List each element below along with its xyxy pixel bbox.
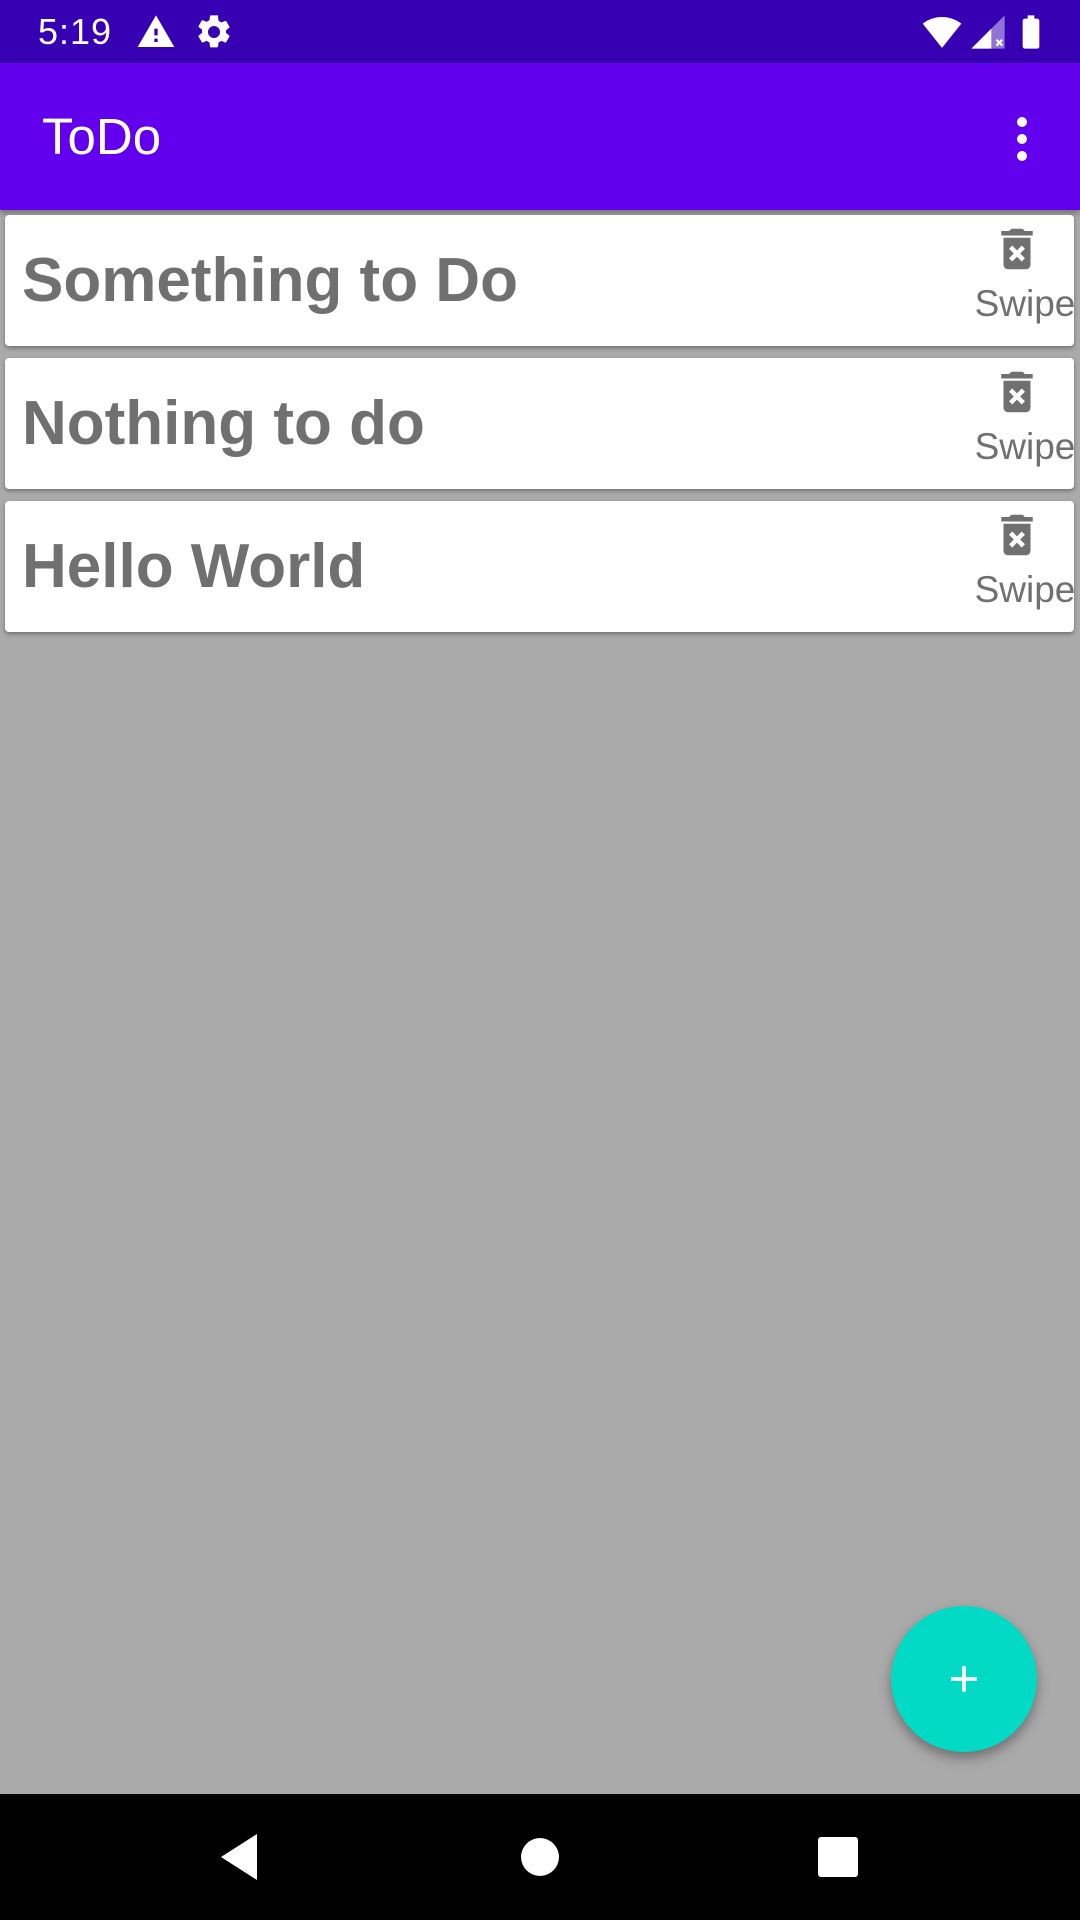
back-icon — [221, 1834, 257, 1880]
app-bar: ToDo — [0, 63, 1080, 210]
todo-item[interactable]: Hello World Swipe — [5, 501, 1075, 632]
todo-title: Nothing to do — [22, 389, 425, 458]
recents-button[interactable] — [798, 1817, 878, 1897]
home-button[interactable] — [500, 1817, 580, 1897]
todo-title: Hello World — [22, 532, 366, 601]
swipe-hint: Swipe — [974, 283, 1076, 324]
recents-icon — [818, 1837, 858, 1877]
alert-icon — [136, 12, 176, 52]
battery-icon — [1011, 12, 1051, 52]
cell-signal-icon — [968, 12, 1008, 52]
back-button[interactable] — [199, 1817, 279, 1897]
home-icon — [521, 1838, 559, 1876]
navigation-bar — [0, 1794, 1080, 1920]
add-todo-button[interactable] — [891, 1606, 1037, 1752]
todo-item[interactable]: Something to Do Swipe — [5, 215, 1075, 346]
settings-icon — [194, 12, 234, 52]
delete-forever-icon[interactable] — [990, 365, 1044, 419]
status-time: 5:19 — [38, 11, 113, 52]
todo-item[interactable]: Nothing to do Swipe — [5, 358, 1075, 489]
swipe-hint: Swipe — [974, 426, 1076, 467]
plus-icon — [951, 1666, 977, 1692]
more-vert-icon — [1017, 117, 1027, 161]
todo-title: Something to Do — [22, 246, 518, 315]
wifi-icon — [922, 12, 962, 52]
overflow-menu-button[interactable] — [992, 109, 1052, 169]
status-bar: 5:19 — [0, 0, 1080, 63]
delete-forever-icon[interactable] — [990, 222, 1044, 276]
app-title: ToDo — [42, 108, 162, 165]
swipe-hint: Swipe — [974, 569, 1076, 610]
delete-forever-icon[interactable] — [990, 508, 1044, 562]
